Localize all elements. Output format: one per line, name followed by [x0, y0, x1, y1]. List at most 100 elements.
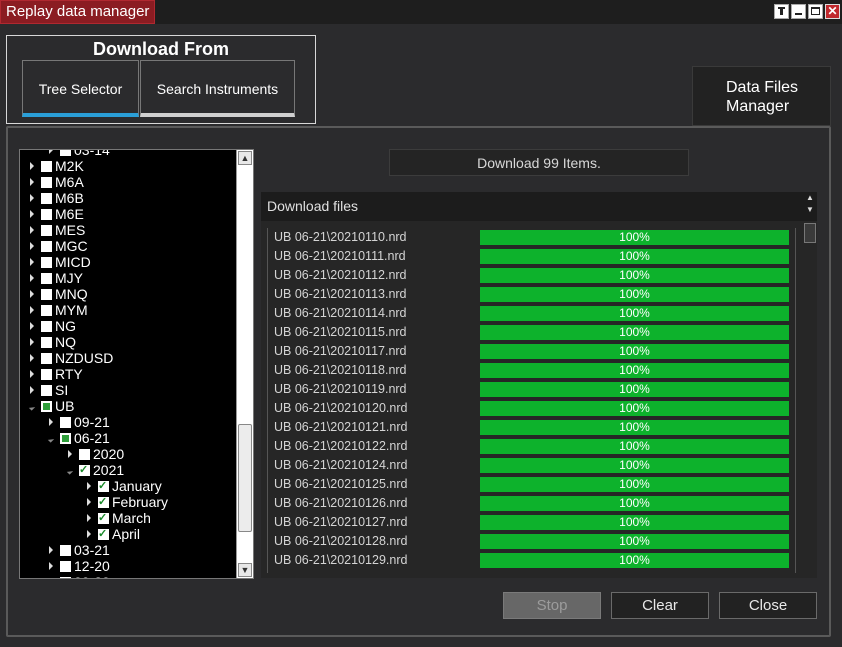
tree-item[interactable]: NQ — [30, 334, 76, 350]
file-row[interactable]: UB 06-21\20210118.nrd 100% — [268, 361, 795, 380]
tree-checkbox[interactable] — [41, 257, 52, 268]
tree-checkbox[interactable] — [41, 273, 52, 284]
tree-item[interactable]: March — [87, 510, 151, 526]
tree-item[interactable]: January — [87, 478, 162, 494]
tree-checkbox[interactable] — [60, 433, 71, 444]
tree-checkbox[interactable] — [60, 417, 71, 428]
file-row[interactable]: UB 06-21\20210111.nrd 100% — [268, 247, 795, 266]
file-row[interactable]: UB 06-21\20210114.nrd 100% — [268, 304, 795, 323]
file-row[interactable]: UB 06-21\20210112.nrd 100% — [268, 266, 795, 285]
collapsed-arrow-icon[interactable] — [49, 150, 53, 154]
tree-item[interactable]: 09-20 — [49, 574, 110, 579]
file-row[interactable]: UB 06-21\20210120.nrd 100% — [268, 399, 795, 418]
collapsed-arrow-icon[interactable] — [30, 194, 34, 202]
tree-scrollbar[interactable]: ▲ ▼ — [236, 150, 253, 578]
collapsed-arrow-icon[interactable] — [87, 482, 91, 490]
files-scrollbar[interactable] — [803, 223, 817, 575]
file-row[interactable]: UB 06-21\20210110.nrd 100% — [268, 228, 795, 247]
expanded-arrow-icon[interactable] — [66, 468, 74, 475]
close-button[interactable]: Close — [719, 592, 817, 619]
file-row[interactable]: UB 06-21\20210128.nrd 100% — [268, 532, 795, 551]
file-row[interactable]: UB 06-21\20210126.nrd 100% — [268, 494, 795, 513]
tree-checkbox[interactable] — [41, 193, 52, 204]
tree-checkbox[interactable] — [41, 209, 52, 220]
collapsed-arrow-icon[interactable] — [49, 418, 53, 426]
tree-checkbox[interactable] — [41, 353, 52, 364]
collapsed-arrow-icon[interactable] — [49, 562, 53, 570]
file-row[interactable]: UB 06-21\20210113.nrd 100% — [268, 285, 795, 304]
tree-checkbox[interactable] — [60, 561, 71, 572]
collapsed-arrow-icon[interactable] — [30, 338, 34, 346]
tree-item[interactable]: MGC — [30, 238, 88, 254]
tree-item[interactable]: NZDUSD — [30, 350, 113, 366]
tab-tree-selector[interactable]: Tree Selector — [22, 60, 139, 117]
tree-checkbox[interactable] — [41, 337, 52, 348]
tree-item[interactable]: SI — [30, 382, 68, 398]
pin-icon[interactable] — [774, 4, 789, 19]
file-row[interactable]: UB 06-21\20210117.nrd 100% — [268, 342, 795, 361]
minimize-icon[interactable] — [791, 4, 806, 19]
collapsed-arrow-icon[interactable] — [30, 258, 34, 266]
tree-checkbox[interactable] — [41, 321, 52, 332]
expanded-arrow-icon[interactable] — [28, 404, 36, 411]
tree-item[interactable]: 06-21 — [47, 430, 110, 446]
file-row[interactable]: UB 06-21\20210124.nrd 100% — [268, 456, 795, 475]
tree-checkbox[interactable] — [41, 241, 52, 252]
tree-checkbox[interactable] — [41, 225, 52, 236]
collapsed-arrow-icon[interactable] — [87, 530, 91, 538]
tree-checkbox[interactable] — [60, 577, 71, 578]
tree-item[interactable]: 2021 — [66, 462, 124, 478]
collapsed-arrow-icon[interactable] — [30, 386, 34, 394]
close-icon[interactable]: ✕ — [825, 4, 840, 19]
tree-item[interactable]: M6E — [30, 206, 84, 222]
tree-item[interactable]: M6A — [30, 174, 84, 190]
maximize-icon[interactable] — [808, 4, 823, 19]
collapsed-arrow-icon[interactable] — [30, 354, 34, 362]
tree-item[interactable]: MES — [30, 222, 85, 238]
file-row[interactable]: UB 06-21\20210122.nrd 100% — [268, 437, 795, 456]
tab-search-instruments[interactable]: Search Instruments — [140, 60, 295, 117]
tree-checkbox[interactable] — [79, 462, 90, 478]
tree-checkbox[interactable] — [98, 510, 109, 526]
collapsed-arrow-icon[interactable] — [49, 578, 53, 579]
clear-button[interactable]: Clear — [611, 592, 709, 619]
file-row[interactable]: UB 06-21\20210119.nrd 100% — [268, 380, 795, 399]
files-scroll-thumb[interactable] — [804, 223, 816, 243]
tree-item[interactable]: 12-20 — [49, 558, 110, 574]
tree-item[interactable]: MNQ — [30, 286, 88, 302]
tree-checkbox[interactable] — [41, 369, 52, 380]
collapsed-arrow-icon[interactable] — [30, 226, 34, 234]
scroll-down-icon[interactable]: ▼ — [238, 563, 252, 577]
tree-item[interactable]: 2020 — [68, 446, 124, 462]
data-files-manager-tab[interactable]: Data Files Manager — [692, 66, 831, 126]
tree-item[interactable]: 09-21 — [49, 414, 110, 430]
tree-checkbox[interactable] — [79, 449, 90, 460]
collapsed-arrow-icon[interactable] — [87, 514, 91, 522]
tree-checkbox[interactable] — [41, 385, 52, 396]
collapsed-arrow-icon[interactable] — [68, 450, 72, 458]
tree-item[interactable]: MICD — [30, 254, 91, 270]
tree-item[interactable]: 03-21 — [49, 542, 110, 558]
tree-checkbox[interactable] — [41, 289, 52, 300]
tree-checkbox[interactable] — [60, 545, 71, 556]
tree-item[interactable]: 03-14 — [49, 150, 110, 158]
tree-item[interactable]: UB — [28, 398, 74, 414]
collapsed-arrow-icon[interactable] — [49, 546, 53, 554]
collapsed-arrow-icon[interactable] — [30, 322, 34, 330]
file-row[interactable]: UB 06-21\20210121.nrd 100% — [268, 418, 795, 437]
file-row[interactable]: UB 06-21\20210115.nrd 100% — [268, 323, 795, 342]
file-row[interactable]: UB 06-21\20210125.nrd 100% — [268, 475, 795, 494]
tree-item[interactable]: MYM — [30, 302, 88, 318]
scroll-thumb[interactable] — [238, 424, 252, 532]
collapsed-arrow-icon[interactable] — [30, 370, 34, 378]
collapsed-arrow-icon[interactable] — [30, 162, 34, 170]
collapsed-arrow-icon[interactable] — [87, 498, 91, 506]
tree-checkbox[interactable] — [41, 401, 52, 412]
expanded-arrow-icon[interactable] — [47, 436, 55, 443]
collapsed-arrow-icon[interactable] — [30, 274, 34, 282]
scroll-up-icon[interactable]: ▲ — [238, 151, 252, 165]
tree-item[interactable]: MJY — [30, 270, 83, 286]
stop-button[interactable]: Stop — [503, 592, 601, 619]
file-row[interactable]: UB 06-21\20210127.nrd 100% — [268, 513, 795, 532]
collapsed-arrow-icon[interactable] — [30, 242, 34, 250]
